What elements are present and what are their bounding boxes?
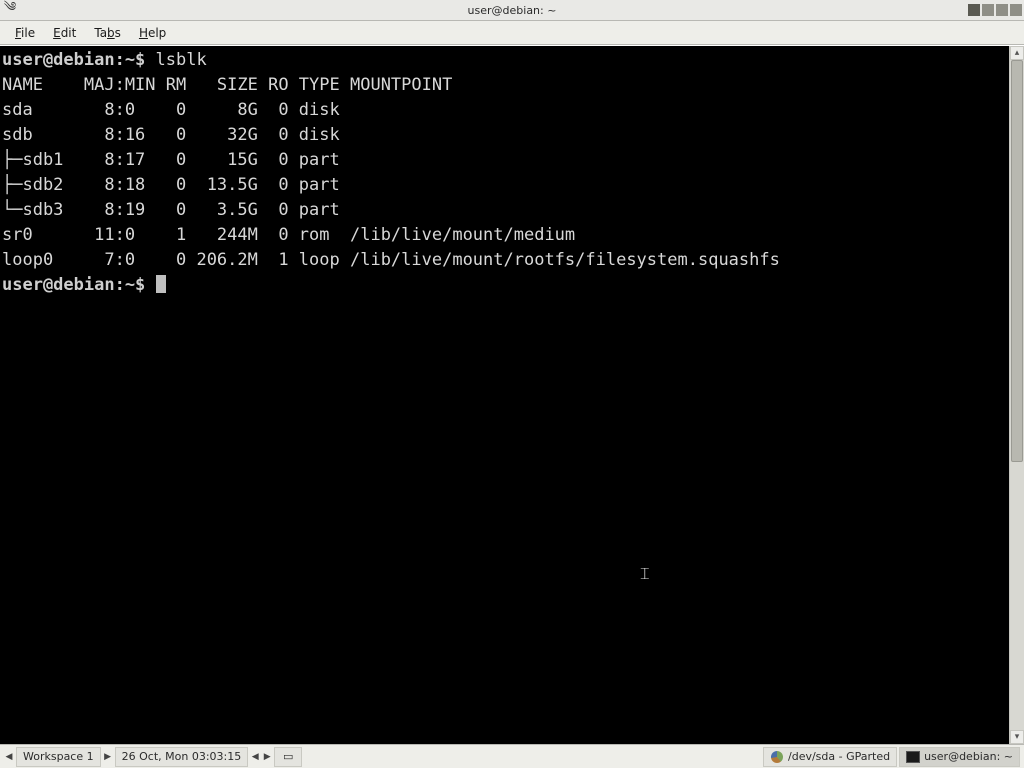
task-label: /dev/sda - GParted [788,750,890,763]
lsblk-header: NAME MAJ:MIN RM SIZE RO TYPE MOUNTPOINT [2,75,452,95]
workspace-label: Workspace 1 [23,750,94,763]
lsblk-row: sdb 8:16 0 32G 0 disk [2,125,350,145]
terminal-cursor [156,275,166,293]
text-cursor-icon: ⌶ [640,562,650,587]
tray-indicator[interactable] [1010,4,1022,16]
shell-command: lsblk [156,50,207,70]
terminal-window: user@debian:~$ lsblk NAME MAJ:MIN RM SIZ… [0,45,1024,744]
workspace-next-icon[interactable]: ▶ [103,752,113,762]
scrollbar-thumb[interactable] [1011,60,1023,462]
clock-next-icon[interactable]: ▶ [262,752,272,762]
show-desktop-button[interactable]: ▭ [274,747,302,767]
tray-indicator[interactable] [982,4,994,16]
lsblk-row: loop0 7:0 0 206.2M 1 loop /lib/live/moun… [2,250,780,270]
tray-indicator[interactable] [996,4,1008,16]
menu-edit[interactable]: Edit [44,24,85,42]
window-title: user@debian: ~ [0,4,1024,17]
taskbar-clock[interactable]: 26 Oct, Mon 03:03:15 [115,747,249,767]
clock-prev-icon[interactable]: ◀ [250,752,260,762]
desktop: ༄ user@debian: ~ File Edit Tabs Help use… [0,0,1024,768]
workspace-prev-icon[interactable]: ◀ [4,752,14,762]
clock-text: 26 Oct, Mon 03:03:15 [122,750,242,763]
bottom-taskbar: ◀ Workspace 1 ▶ 26 Oct, Mon 03:03:15 ◀ ▶… [0,744,1024,768]
task-label: user@debian: ~ [924,750,1013,763]
menu-help[interactable]: Help [130,24,175,42]
lsblk-row: ├─sdb1 8:17 0 15G 0 part [2,150,350,170]
lsblk-row: ├─sdb2 8:18 0 13.5G 0 part [2,175,350,195]
top-system-panel: ༄ user@debian: ~ [0,0,1024,21]
lsblk-row: sda 8:0 0 8G 0 disk [2,100,350,120]
workspace-switcher[interactable]: Workspace 1 [16,747,101,767]
scroll-down-button[interactable]: ▾ [1010,730,1024,744]
menu-bar: File Edit Tabs Help [0,21,1024,45]
terminal-icon [906,750,920,764]
tray-indicator[interactable] [968,4,980,16]
lsblk-row: sr0 11:0 1 244M 0 rom /lib/live/mount/me… [2,225,575,245]
gparted-icon [770,750,784,764]
terminal-scrollbar[interactable]: ▴ ▾ [1009,46,1024,744]
task-gparted[interactable]: /dev/sda - GParted [763,747,897,767]
lsblk-row: └─sdb3 8:19 0 3.5G 0 part [2,200,350,220]
debian-swirl-icon[interactable]: ༄ [0,0,20,29]
menu-tabs[interactable]: Tabs [85,24,130,42]
terminal-output[interactable]: user@debian:~$ lsblk NAME MAJ:MIN RM SIZ… [0,46,1009,744]
desktop-icon: ▭ [281,750,295,764]
shell-prompt: user@debian:~$ [2,275,145,295]
shell-prompt: user@debian:~$ [2,50,145,70]
system-tray [968,4,1024,16]
scroll-up-button[interactable]: ▴ [1010,46,1024,60]
scrollbar-track[interactable] [1010,60,1024,730]
task-terminal[interactable]: user@debian: ~ [899,747,1020,767]
